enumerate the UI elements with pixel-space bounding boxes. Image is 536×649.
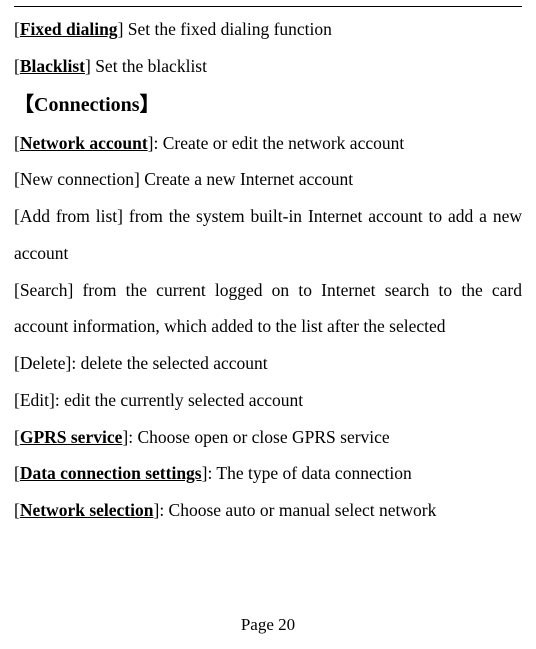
desc-fixed-dialing: Set the fixed dialing function [123,19,332,39]
desc-search: from the current logged on to Internet s… [14,280,522,337]
label-data-connection-settings: Data connection settings [20,463,202,483]
label-edit: Edit [20,390,49,410]
label-blacklist: Blacklist [20,56,85,76]
entry-add-from-list: [Add from list] from the system built-in… [14,198,522,272]
heavy-bracket-close: 】 [140,94,160,116]
desc-blacklist: Set the blacklist [91,56,207,76]
desc-delete: : delete the selected account [71,353,267,373]
page-content: [Fixed dialing] Set the fixed dialing fu… [14,11,522,529]
label-new-connection: New connection [20,169,134,189]
desc-new-connection: Create a new Internet account [140,169,353,189]
label-network-account: Network account [20,133,148,153]
label-delete: Delete [20,353,66,373]
entry-new-connection: [New connection] Create a new Internet a… [14,161,522,198]
entry-gprs-service: [GPRS service]: Choose open or close GPR… [14,419,522,456]
desc-data-connection-settings: : The type of data connection [207,463,411,483]
desc-network-selection: : Choose auto or manual select network [159,500,436,520]
label-gprs-service: GPRS service [20,427,123,447]
entry-blacklist: [Blacklist] Set the blacklist [14,48,522,85]
entry-delete: [Delete]: delete the selected account [14,345,522,382]
desc-network-account: : Create or edit the network account [153,133,404,153]
heavy-bracket-open: 【 [14,94,34,116]
desc-gprs-service: : Choose open or close GPRS service [128,427,390,447]
label-search: Search [20,280,68,300]
label-fixed-dialing: Fixed dialing [20,19,118,39]
entry-network-account: [Network account]: Create or edit the ne… [14,125,522,162]
label-network-selection: Network selection [20,500,154,520]
entry-network-selection: [Network selection]: Choose auto or manu… [14,492,522,529]
desc-edit: : edit the currently selected account [55,390,303,410]
entry-edit: [Edit]: edit the currently selected acco… [14,382,522,419]
entry-data-connection-settings: [Data connection settings]: The type of … [14,455,522,492]
section-title: Connections [34,94,140,116]
page-number-footer: Page 20 [0,615,536,635]
section-heading-connections: 【Connections】 [14,85,522,125]
top-divider [14,6,522,7]
entry-fixed-dialing: [Fixed dialing] Set the fixed dialing fu… [14,11,522,48]
entry-search: [Search] from the current logged on to I… [14,272,522,346]
label-add-from-list: Add from list [20,206,117,226]
